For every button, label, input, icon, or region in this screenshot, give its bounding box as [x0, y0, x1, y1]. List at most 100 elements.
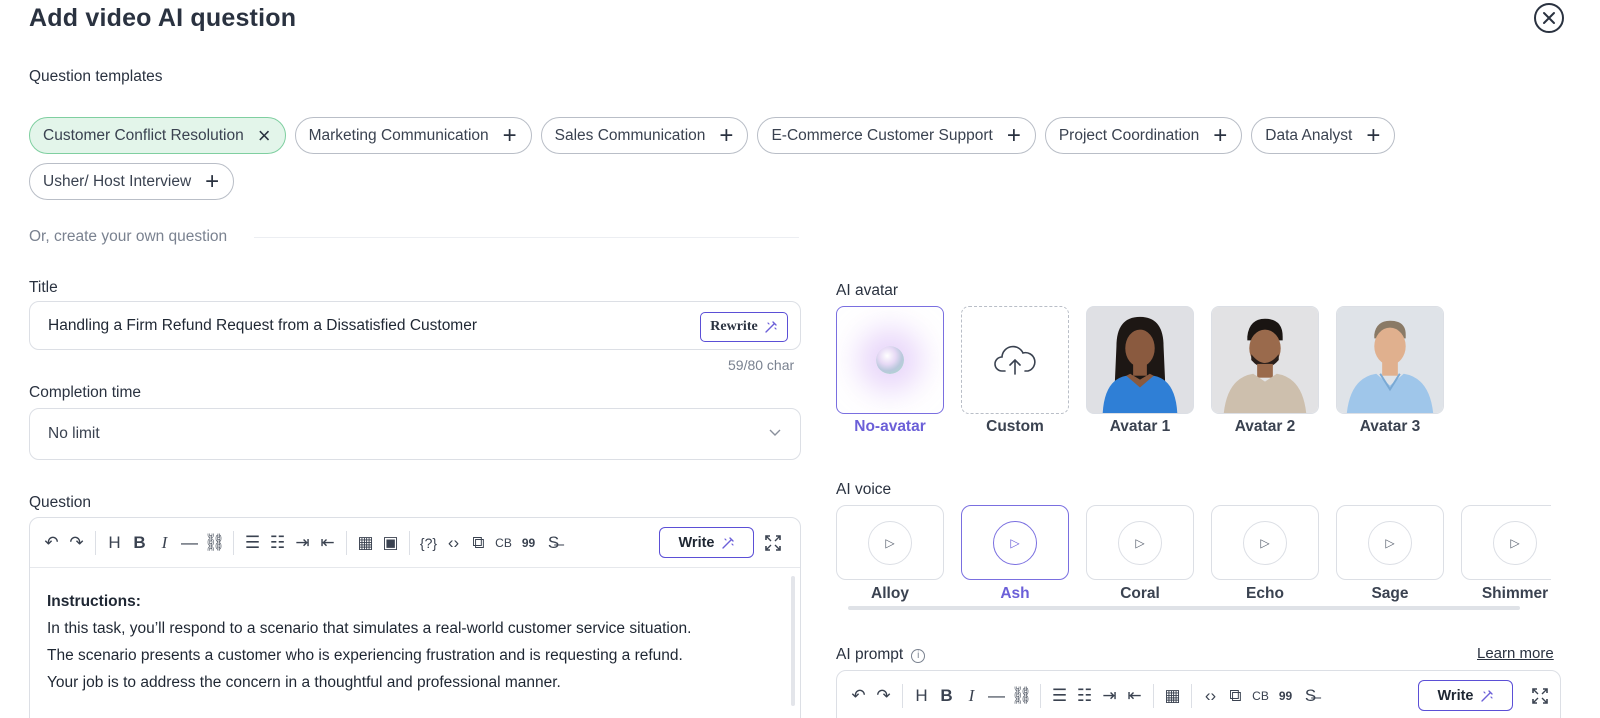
chip-label: Project Coordination: [1058, 126, 1200, 144]
voice-tile[interactable]: ▷: [1211, 505, 1319, 580]
chip-label: Data Analyst: [1265, 126, 1353, 144]
title-input[interactable]: Handling a Firm Refund Request from a Di…: [29, 301, 801, 350]
voice-option-ash[interactable]: ▷ Ash: [961, 505, 1069, 610]
plus-icon[interactable]: +: [1007, 123, 1021, 148]
outdent-icon[interactable]: ⇤: [1122, 683, 1147, 709]
avatar-tile[interactable]: [1336, 306, 1444, 414]
undo-icon[interactable]: ↶: [39, 530, 64, 556]
voice-tile[interactable]: ▷: [961, 505, 1069, 580]
voice-tile[interactable]: ▷: [1086, 505, 1194, 580]
outdent-icon[interactable]: ⇤: [315, 530, 340, 556]
avatar-tile[interactable]: [1086, 306, 1194, 414]
voice-tile[interactable]: ▷: [1336, 505, 1444, 580]
template-chip-usher-host-interview[interactable]: Usher/ Host Interview +: [29, 163, 235, 200]
avatar-option-avatar-1[interactable]: Avatar 1: [1086, 306, 1194, 436]
play-button[interactable]: ▷: [1243, 520, 1287, 565]
avatar-option-no-avatar[interactable]: No-avatar: [836, 306, 944, 436]
write-button[interactable]: Write: [659, 527, 754, 558]
play-button[interactable]: ▷: [868, 520, 912, 565]
avatar-tile[interactable]: [836, 306, 944, 414]
toolbar-separator: [1153, 684, 1154, 708]
avatar-option-avatar-3[interactable]: Avatar 3: [1336, 306, 1444, 436]
bullet-list-icon[interactable]: ☷: [1072, 683, 1097, 709]
template-chip-project-coordination[interactable]: Project Coordination +: [1044, 117, 1243, 154]
plus-icon[interactable]: +: [205, 169, 219, 194]
bold-icon[interactable]: B: [127, 530, 152, 556]
voice-option-coral[interactable]: ▷ Coral: [1086, 505, 1194, 610]
expand-icon[interactable]: [764, 534, 782, 552]
code-icon[interactable]: ‹›: [441, 530, 466, 556]
avatar-tile[interactable]: [961, 306, 1069, 414]
voice-option-echo[interactable]: ▷ Echo: [1211, 505, 1319, 610]
codeblock-icon[interactable]: CB: [491, 530, 516, 556]
editor-scrollbar[interactable]: [791, 576, 795, 706]
table-icon[interactable]: ▦: [353, 530, 378, 556]
ordered-list-icon[interactable]: ☰: [240, 530, 265, 556]
strikethrough-icon[interactable]: S̶: [1298, 683, 1323, 709]
voice-horizontal-scrollbar[interactable]: [848, 606, 1520, 610]
copy-icon[interactable]: ⧉: [1223, 683, 1248, 709]
italic-icon[interactable]: I: [959, 683, 984, 709]
learn-more-link[interactable]: Learn more: [1477, 645, 1554, 662]
ai-prompt-write-button[interactable]: Write: [1418, 680, 1513, 711]
codeblock-icon[interactable]: CB: [1248, 683, 1273, 709]
quote-icon[interactable]: 99: [516, 530, 541, 556]
voice-option-sage[interactable]: ▷ Sage: [1336, 505, 1444, 610]
heading-icon[interactable]: H: [102, 530, 127, 556]
ai-prompt-editor[interactable]: ↶ ↷ H B I — ⛓ ☰ ☷ ⇥ ⇤ ▦ ‹› ⧉ CB 99 S̶ Wr…: [836, 670, 1561, 718]
template-chip-marketing-communication[interactable]: Marketing Communication +: [294, 117, 532, 154]
bold-icon[interactable]: B: [934, 683, 959, 709]
info-icon[interactable]: i: [911, 648, 926, 663]
strikethrough-icon[interactable]: S̶: [541, 530, 566, 556]
undo-icon[interactable]: ↶: [846, 683, 871, 709]
template-chip-data-analyst[interactable]: Data Analyst +: [1251, 117, 1396, 154]
variable-icon[interactable]: {?}: [416, 530, 441, 556]
redo-icon[interactable]: ↷: [871, 683, 896, 709]
quote-icon[interactable]: 99: [1273, 683, 1298, 709]
code-icon[interactable]: ‹›: [1198, 683, 1223, 709]
plus-icon[interactable]: +: [503, 123, 517, 148]
ordered-list-icon[interactable]: ☰: [1047, 683, 1072, 709]
template-chip-customer-conflict-resolution[interactable]: Customer Conflict Resolution ×: [29, 117, 286, 154]
editor-content[interactable]: Instructions: In this task, you’ll respo…: [30, 568, 800, 696]
italic-icon[interactable]: I: [152, 530, 177, 556]
plus-icon[interactable]: +: [1213, 123, 1227, 148]
plus-icon[interactable]: +: [1366, 123, 1380, 148]
play-icon: ▷: [1135, 535, 1145, 550]
template-chip-sales-communication[interactable]: Sales Communication +: [540, 117, 749, 154]
link-icon[interactable]: ⛓: [1009, 683, 1034, 709]
title-value: Handling a Firm Refund Request from a Di…: [48, 316, 478, 334]
heading-icon[interactable]: H: [909, 683, 934, 709]
bullet-list-icon[interactable]: ☷: [265, 530, 290, 556]
plus-icon[interactable]: +: [719, 123, 733, 148]
question-editor[interactable]: ↶ ↷ H B I — ⛓ ☰ ☷ ⇥ ⇤ ▦ ▣ {?} ‹› ⧉ CB 99…: [29, 517, 801, 718]
redo-icon[interactable]: ↷: [64, 530, 89, 556]
voice-option-shimmer[interactable]: ▷ Shimmer: [1461, 505, 1551, 610]
play-button[interactable]: ▷: [1368, 520, 1412, 565]
play-button[interactable]: ▷: [993, 520, 1037, 565]
rewrite-button[interactable]: Rewrite: [700, 312, 788, 342]
toolbar-separator: [1040, 684, 1041, 708]
avatar-portrait-image: [1337, 307, 1443, 413]
close-button[interactable]: [1534, 3, 1564, 33]
play-button[interactable]: ▷: [1118, 520, 1162, 565]
voice-tile[interactable]: ▷: [1461, 505, 1551, 580]
completion-time-select[interactable]: No limit: [29, 408, 801, 460]
voice-tile[interactable]: ▷: [836, 505, 944, 580]
voice-option-alloy[interactable]: ▷ Alloy: [836, 505, 944, 610]
avatar-option-custom[interactable]: Custom: [961, 306, 1069, 436]
avatar-option-avatar-2[interactable]: Avatar 2: [1211, 306, 1319, 436]
indent-icon[interactable]: ⇥: [290, 530, 315, 556]
avatar-tile[interactable]: [1211, 306, 1319, 414]
remove-icon[interactable]: ×: [258, 124, 271, 147]
table-icon[interactable]: ▦: [1160, 683, 1185, 709]
template-chip-ecommerce-customer-support[interactable]: E-Commerce Customer Support +: [757, 117, 1036, 154]
horizontal-rule-icon[interactable]: —: [984, 683, 1009, 709]
indent-icon[interactable]: ⇥: [1097, 683, 1122, 709]
link-icon[interactable]: ⛓: [202, 530, 227, 556]
expand-icon[interactable]: [1531, 687, 1549, 705]
horizontal-rule-icon[interactable]: —: [177, 530, 202, 556]
copy-icon[interactable]: ⧉: [466, 530, 491, 556]
play-button[interactable]: ▷: [1493, 520, 1537, 565]
image-icon[interactable]: ▣: [378, 530, 403, 556]
